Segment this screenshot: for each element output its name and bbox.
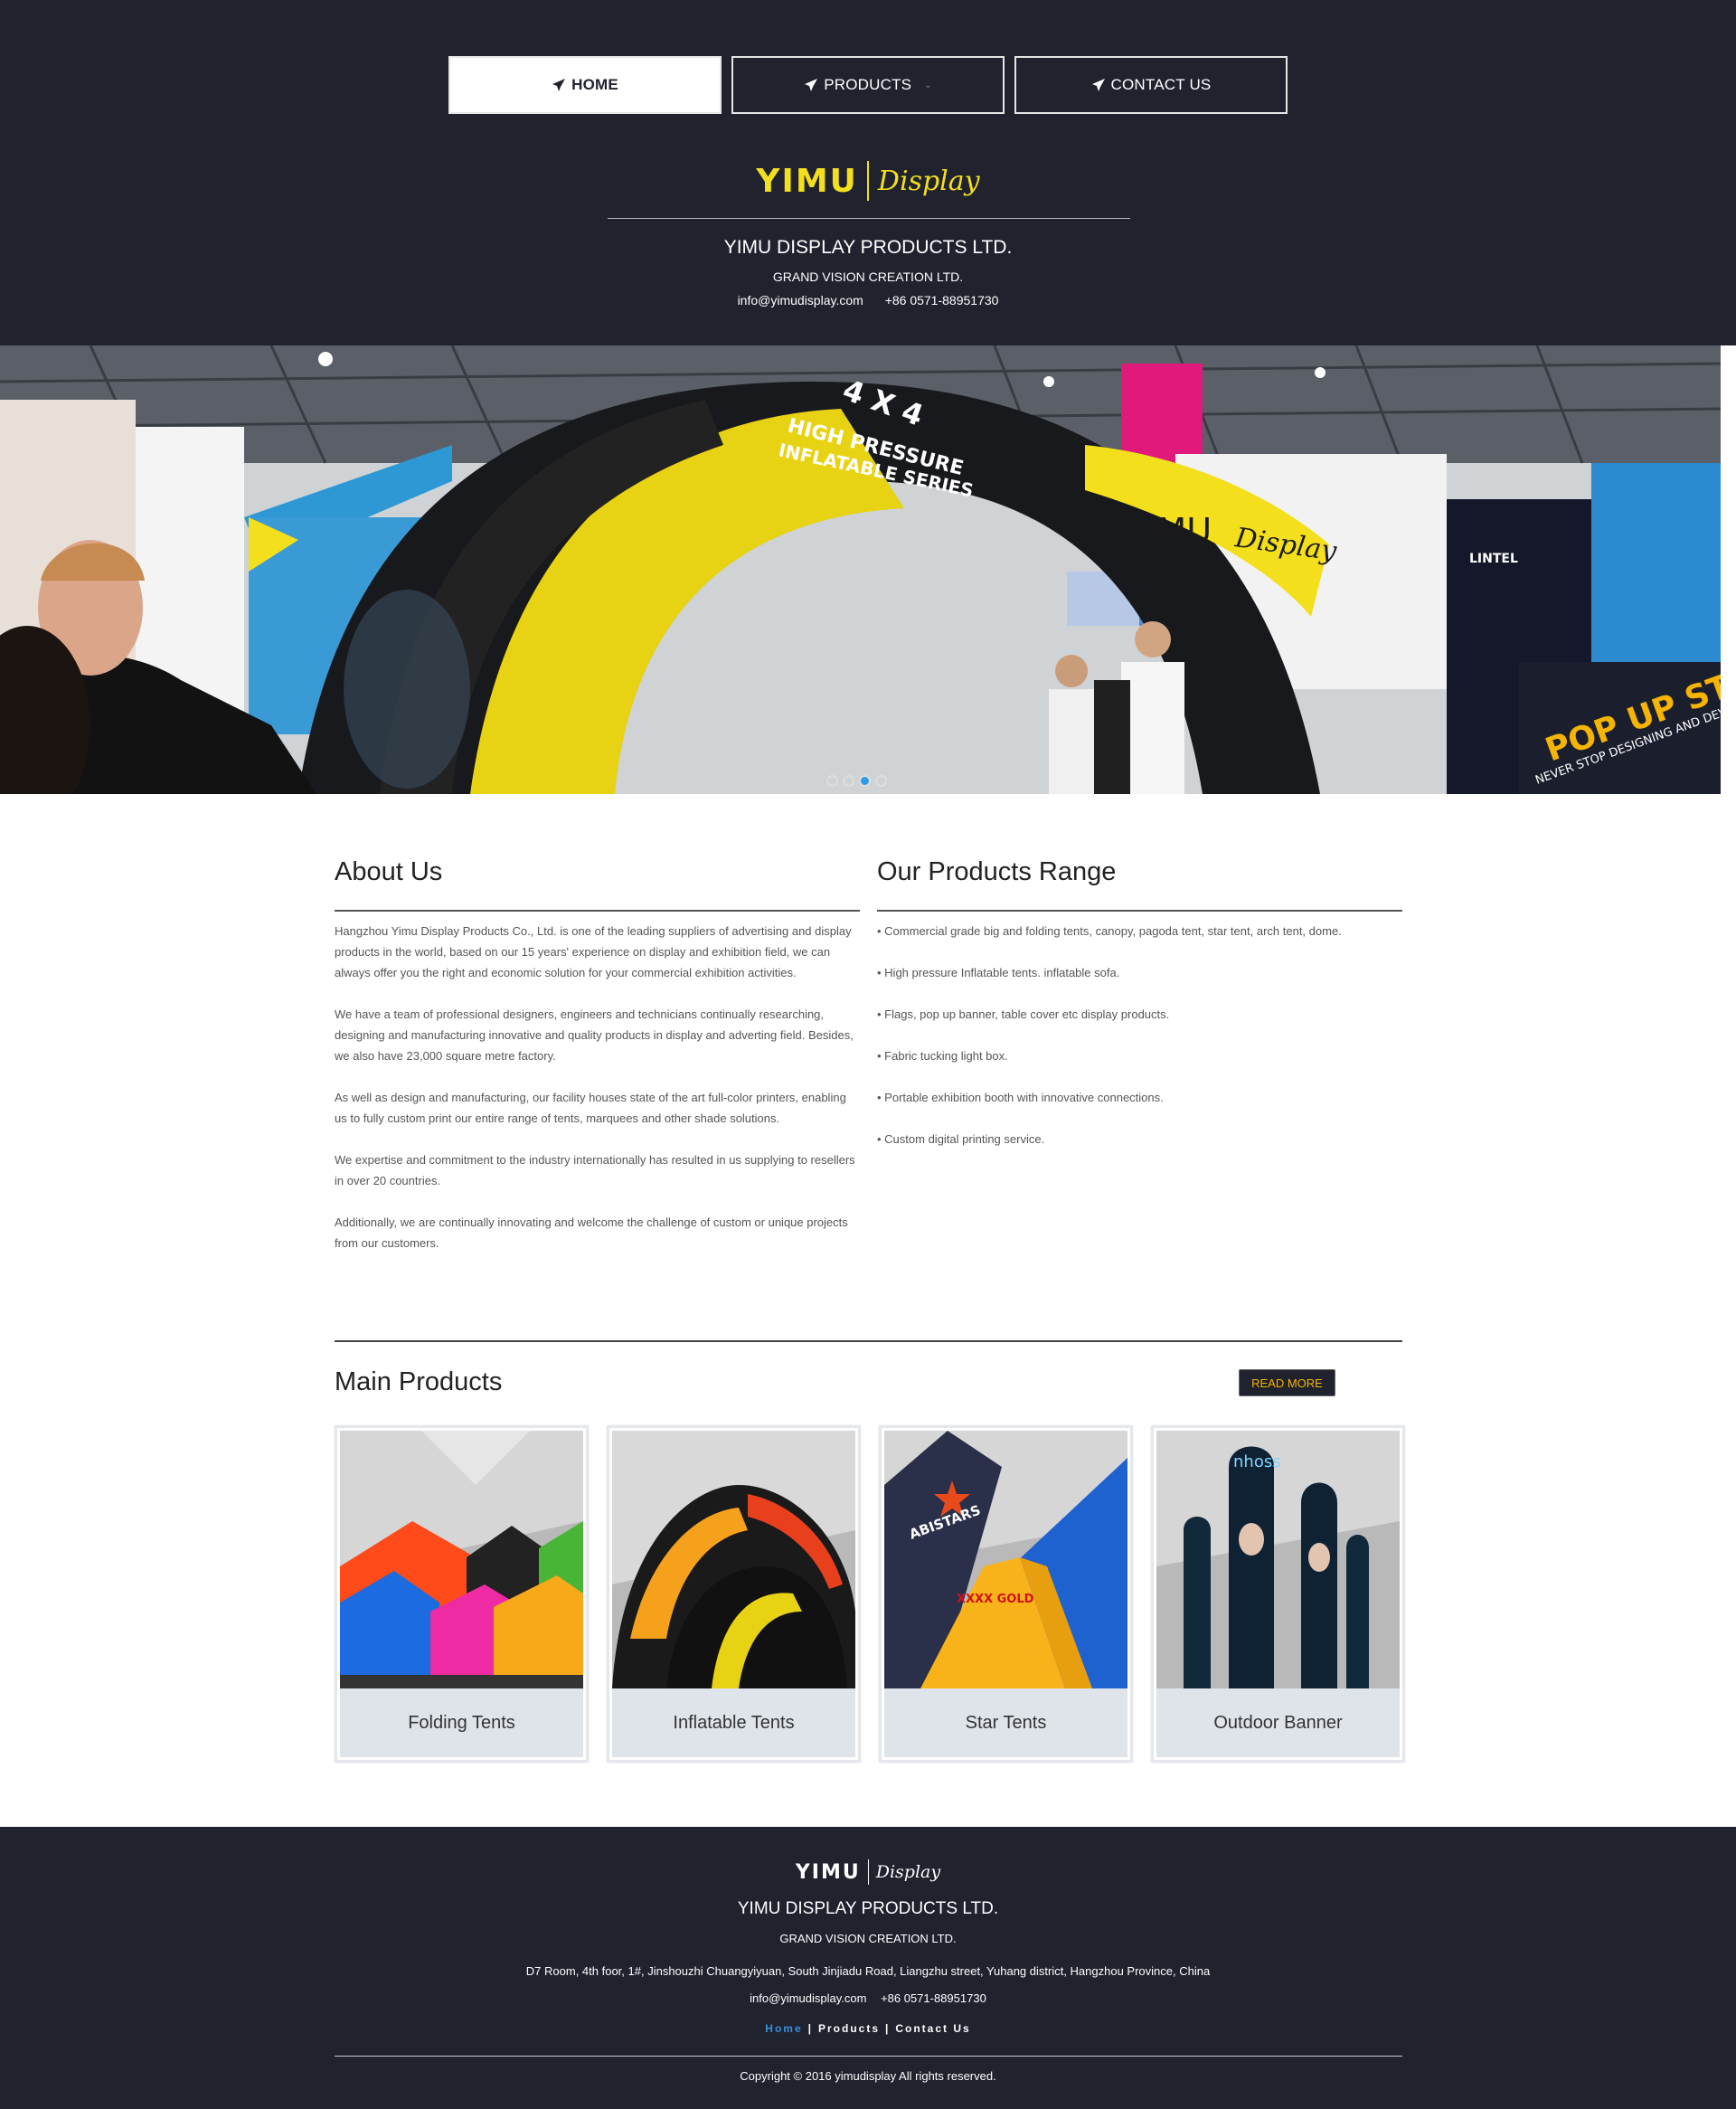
product-card-folding-tents[interactable]: Folding Tents: [335, 1425, 589, 1763]
subcompany-name: GRAND VISION CREATION LTD.: [772, 270, 964, 284]
product-image-outdoor-banner: nhoss: [1156, 1431, 1400, 1688]
footer-logo[interactable]: YIMU Display: [0, 1859, 1736, 1885]
star-tent-print-2: XXXX GOLD: [957, 1593, 1034, 1606]
about-paragraph: As well as design and manufacturing, our…: [335, 1091, 846, 1125]
banner-print-1: nhoss: [1233, 1452, 1281, 1471]
paper-plane-icon: [1091, 79, 1105, 91]
product-image-inflatable-tents: [612, 1431, 855, 1688]
range-item: High pressure Inflatable tents. inflatab…: [877, 962, 1401, 983]
main-nav: HOME PRODUCTS ⌄ CONTACT US: [448, 56, 1288, 114]
footer-link-products[interactable]: Products: [818, 2022, 880, 2035]
footer-copyright: Copyright © 2016 yimudisplay All rights …: [740, 2069, 996, 2083]
footer-divider: [335, 2056, 1402, 2057]
site-logo[interactable]: YIMU Display: [0, 161, 1736, 201]
header-phone: +86 0571-88951730: [884, 293, 999, 307]
chevron-down-icon: ⌄: [924, 80, 932, 90]
range-item: Flags, pop up banner, table cover etc di…: [877, 1004, 1401, 1025]
footer-company: YIMU DISPLAY PRODUCTS LTD.: [737, 1899, 999, 1918]
hero-image: 4 X 4 HIGH PRESSURE INFLATABLE SERIES YI…: [0, 345, 1721, 794]
slider-dot-4[interactable]: [875, 775, 887, 787]
range-divider: [877, 910, 1402, 912]
range-item: Fabric tucking light box.: [877, 1045, 1401, 1066]
footer-logo-wordmark: YIMU: [795, 1860, 861, 1884]
product-image-star-tents: ABISTARS XXXX GOLD: [884, 1431, 1127, 1688]
footer-link-separator: |: [807, 2022, 813, 2035]
footer-logo-script: Display: [875, 1862, 941, 1882]
products-divider: [335, 1340, 1402, 1342]
about-paragraph: Hangzhou Yimu Display Products Co., Ltd.…: [335, 924, 852, 979]
footer-phone: +86 0571-88951730: [881, 1991, 986, 2005]
product-image-folding-tents: [340, 1431, 583, 1688]
site-header: HOME PRODUCTS ⌄ CONTACT US YIMU Display …: [0, 0, 1736, 345]
header-divider: [608, 218, 1130, 219]
about-paragraph: We expertise and commitment to the indus…: [335, 1153, 855, 1187]
company-name: YIMU DISPLAY PRODUCTS LTD.: [723, 237, 1013, 258]
product-card-star-tents[interactable]: ABISTARS XXXX GOLD Star Tents: [879, 1425, 1133, 1763]
product-label: Inflatable Tents: [612, 1688, 855, 1757]
about-text: Hangzhou Yimu Display Products Co., Ltd.…: [335, 921, 859, 1274]
footer-subcompany: GRAND VISION CREATION LTD.: [779, 1932, 957, 1945]
range-list: Commercial grade big and folding tents, …: [877, 921, 1401, 1170]
nav-products-button[interactable]: PRODUCTS ⌄: [731, 56, 1005, 114]
nav-products-label: PRODUCTS: [824, 76, 912, 93]
slider-dot-1[interactable]: [826, 775, 838, 787]
main-products-title: Main Products: [335, 1367, 503, 1396]
nav-home-label: HOME: [571, 76, 618, 93]
logo-script: Display: [877, 165, 980, 197]
hero-lintel-text: LINTEL: [1469, 552, 1518, 566]
product-label: Star Tents: [884, 1688, 1127, 1757]
product-label: Folding Tents: [340, 1688, 583, 1757]
footer-logo-divider: [867, 1859, 869, 1885]
nav-home-button[interactable]: HOME: [448, 56, 722, 114]
footer-address: D7 Room, 4th foor, 1#, Jinshouzhi Chuang…: [525, 1964, 1211, 1978]
hero-slider: 4 X 4 HIGH PRESSURE INFLATABLE SERIES YI…: [0, 345, 1721, 794]
footer-link-contact[interactable]: Contact Us: [895, 2022, 970, 2035]
hero-arch-brand: YIMU: [1125, 511, 1212, 551]
about-paragraph: Additionally, we are continually innovat…: [335, 1215, 848, 1250]
read-more-button[interactable]: READ MORE: [1239, 1369, 1335, 1396]
about-divider: [335, 910, 860, 912]
about-paragraph: We have a team of professional designers…: [335, 1007, 854, 1063]
paper-plane-icon: [552, 79, 566, 91]
header-email[interactable]: info@yimudisplay.com: [738, 293, 863, 307]
slider-dots: [826, 775, 887, 787]
footer-contact: info@yimudisplay.com +86 0571-88951730: [0, 1991, 1736, 2005]
paper-plane-icon: [805, 79, 818, 91]
site-footer: YIMU Display YIMU DISPLAY PRODUCTS LTD. …: [0, 1827, 1736, 2109]
footer-link-separator: |: [885, 2022, 891, 2035]
product-cards: Folding Tents Inflatable Tents ABISTARS …: [335, 1425, 1405, 1763]
range-item: Portable exhibition booth with innovativ…: [877, 1087, 1401, 1108]
about-title: About Us: [335, 857, 443, 886]
footer-links: Home | Products | Contact Us: [0, 2022, 1736, 2035]
slider-dot-2[interactable]: [843, 775, 854, 787]
logo-wordmark: YIMU: [756, 162, 858, 200]
range-title: Our Products Range: [877, 857, 1117, 886]
product-card-outdoor-banner[interactable]: nhoss Outdoor Banner: [1151, 1425, 1405, 1763]
range-item: Custom digital printing service.: [877, 1129, 1401, 1149]
header-contact: info@yimudisplay.com +86 0571-88951730: [0, 293, 1736, 307]
product-card-inflatable-tents[interactable]: Inflatable Tents: [607, 1425, 861, 1763]
nav-contact-button[interactable]: CONTACT US: [1014, 56, 1288, 114]
footer-link-home[interactable]: Home: [765, 2022, 802, 2035]
range-item: Commercial grade big and folding tents, …: [877, 921, 1401, 941]
footer-email[interactable]: info@yimudisplay.com: [750, 1991, 866, 2005]
logo-divider: [866, 161, 869, 201]
nav-contact-label: CONTACT US: [1110, 76, 1212, 93]
slider-dot-3[interactable]: [859, 775, 871, 787]
product-label: Outdoor Banner: [1156, 1688, 1400, 1757]
